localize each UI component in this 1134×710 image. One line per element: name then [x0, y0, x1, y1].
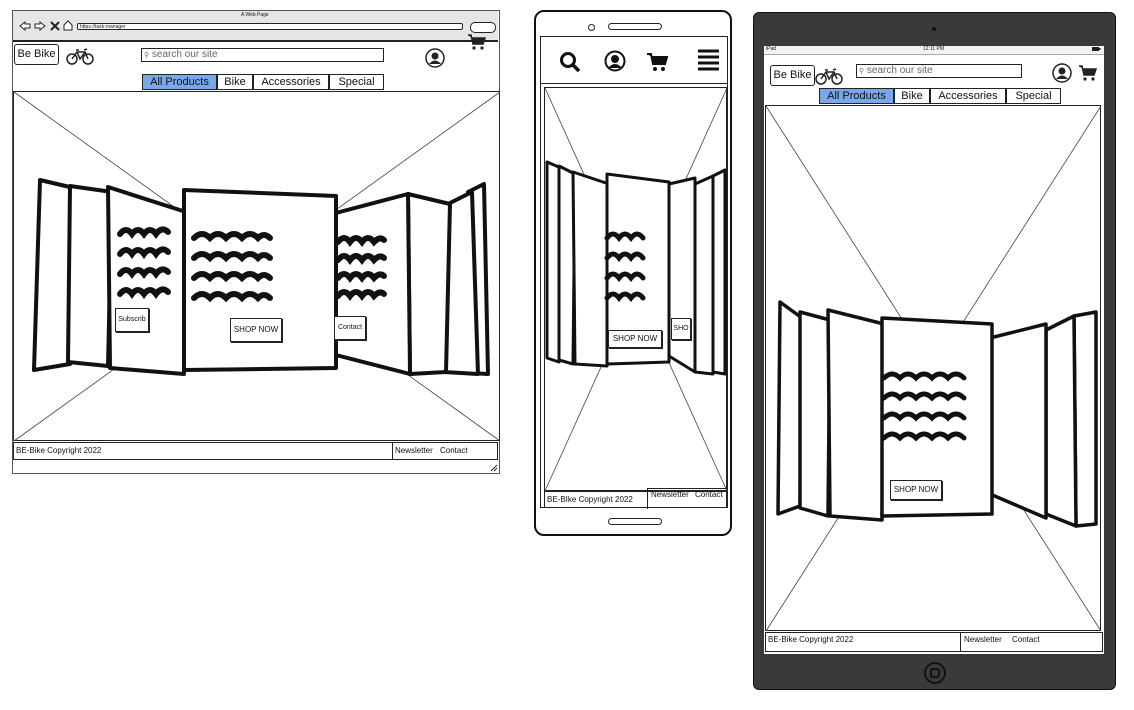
- tab-accessories[interactable]: Accessories: [253, 74, 329, 90]
- tab-bike[interactable]: Bike: [217, 74, 253, 90]
- back-icon[interactable]: [19, 20, 31, 32]
- tablet-hero-placeholder: SHOP NOW: [765, 105, 1102, 632]
- carousel-panels: [32, 178, 490, 376]
- bike-icon: [815, 68, 843, 85]
- search-icon: ⚲: [144, 52, 150, 59]
- tab-special[interactable]: Special: [329, 74, 384, 90]
- search-input[interactable]: ⚲ search our site: [856, 64, 1022, 78]
- browser-search-field[interactable]: [470, 22, 496, 33]
- search-icon: ⚲: [859, 68, 865, 75]
- shop-now-button[interactable]: SHOP NOW: [230, 318, 282, 342]
- home-icon[interactable]: [63, 20, 73, 31]
- shop-button-partial[interactable]: SHO: [671, 318, 691, 340]
- logo-box[interactable]: Be Bike: [770, 65, 815, 86]
- search-placeholder: search our site: [866, 65, 933, 76]
- logo-label: Be Bike: [17, 48, 56, 60]
- mobile-hero-placeholder: SHOP NOW SHO: [544, 87, 728, 492]
- footer: BE-Bike Copyright 2022 Newsletter Contac…: [13, 442, 498, 460]
- home-button-icon[interactable]: [923, 661, 947, 685]
- footer-newsletter-link[interactable]: Newsletter: [651, 490, 689, 499]
- search-placeholder: search our site: [151, 49, 218, 60]
- mobile-carousel-panels: [545, 160, 727, 376]
- bike-icon: [66, 48, 94, 65]
- footer-newsletter-link[interactable]: Newsletter: [964, 635, 1002, 644]
- cart-icon[interactable]: [1079, 65, 1098, 81]
- tab-all-products[interactable]: All Products: [142, 74, 217, 90]
- forward-icon[interactable]: [34, 20, 46, 32]
- footer-contact-link[interactable]: Contact: [1012, 635, 1040, 644]
- user-icon[interactable]: [1052, 63, 1072, 83]
- url-text: https://task-manager: [80, 24, 126, 30]
- desktop-wireframe: A Web Page https://task-manager Be Bike …: [12, 10, 501, 474]
- footer-contact-link[interactable]: Contact: [440, 446, 468, 455]
- camera-dot: [588, 24, 595, 31]
- search-icon[interactable]: [559, 51, 581, 73]
- window-title: A Web Page: [241, 12, 269, 18]
- user-icon[interactable]: [425, 48, 445, 68]
- mobile-screen: SHOP NOW SHO BE-BIke Copyright 2022 News…: [540, 36, 728, 509]
- logo-box[interactable]: Be Bike: [14, 44, 59, 65]
- status-carrier: iPad: [766, 46, 777, 52]
- tablet-footer: BE-Bike Copyright 2022 Newsletter Contac…: [765, 632, 1103, 652]
- logo-label: Be Bike: [773, 69, 812, 81]
- user-icon[interactable]: [604, 50, 626, 72]
- footer-newsletter-link[interactable]: Newsletter: [395, 446, 433, 455]
- resize-grip-icon[interactable]: [490, 464, 498, 472]
- cart-icon[interactable]: [647, 52, 669, 72]
- hero-image-placeholder: SHOP NOW Subscrib Contact: [13, 91, 501, 442]
- footer-contact-link[interactable]: Contact: [695, 490, 723, 499]
- subscribe-button[interactable]: Subscrib: [115, 308, 149, 332]
- address-bar[interactable]: https://task-manager: [77, 23, 463, 30]
- footer-copyright: BE-Bike Copyright 2022: [16, 446, 102, 455]
- mobile-footer: BE-BIke Copyright 2022 Newsletter Contac…: [544, 488, 728, 509]
- tablet-wireframe: iPad 12:11 PM Be Bike ⚲ search our site …: [753, 12, 1116, 690]
- shop-now-button[interactable]: SHOP NOW: [608, 330, 662, 348]
- mobile-home-bar: [608, 518, 662, 525]
- shop-now-button[interactable]: SHOP NOW: [890, 480, 942, 500]
- battery-icon: [1092, 47, 1101, 51]
- nav-tabs: All Products Bike Accessories Special: [819, 88, 1061, 104]
- speaker-slot: [608, 23, 662, 30]
- footer-copyright: BE-Bike Copyright 2022: [768, 635, 854, 644]
- search-input[interactable]: ⚲ search our site: [141, 48, 384, 62]
- tab-accessories[interactable]: Accessories: [930, 88, 1006, 104]
- tablet-carousel-panels: [776, 300, 1098, 528]
- tablet-status-bar: iPad 12:11 PM: [764, 46, 1104, 55]
- tab-bike[interactable]: Bike: [894, 88, 930, 104]
- browser-titlebar: A Web Page https://task-manager: [13, 11, 498, 42]
- mobile-wireframe: SHOP NOW SHO BE-BIke Copyright 2022 News…: [534, 10, 732, 536]
- tablet-camera-dot: [932, 27, 936, 31]
- contact-button[interactable]: Contact: [334, 316, 366, 340]
- close-icon[interactable]: [50, 21, 60, 31]
- tab-special[interactable]: Special: [1006, 88, 1061, 104]
- tab-all-products[interactable]: All Products: [819, 88, 894, 104]
- tablet-screen: iPad 12:11 PM Be Bike ⚲ search our site …: [764, 46, 1104, 654]
- nav-tabs: All Products Bike Accessories Special: [142, 74, 384, 90]
- footer-copyright: BE-BIke Copyright 2022: [547, 495, 633, 504]
- status-time: 12:11 PM: [923, 46, 945, 52]
- hamburger-icon[interactable]: [697, 49, 721, 71]
- cart-icon[interactable]: [468, 34, 487, 50]
